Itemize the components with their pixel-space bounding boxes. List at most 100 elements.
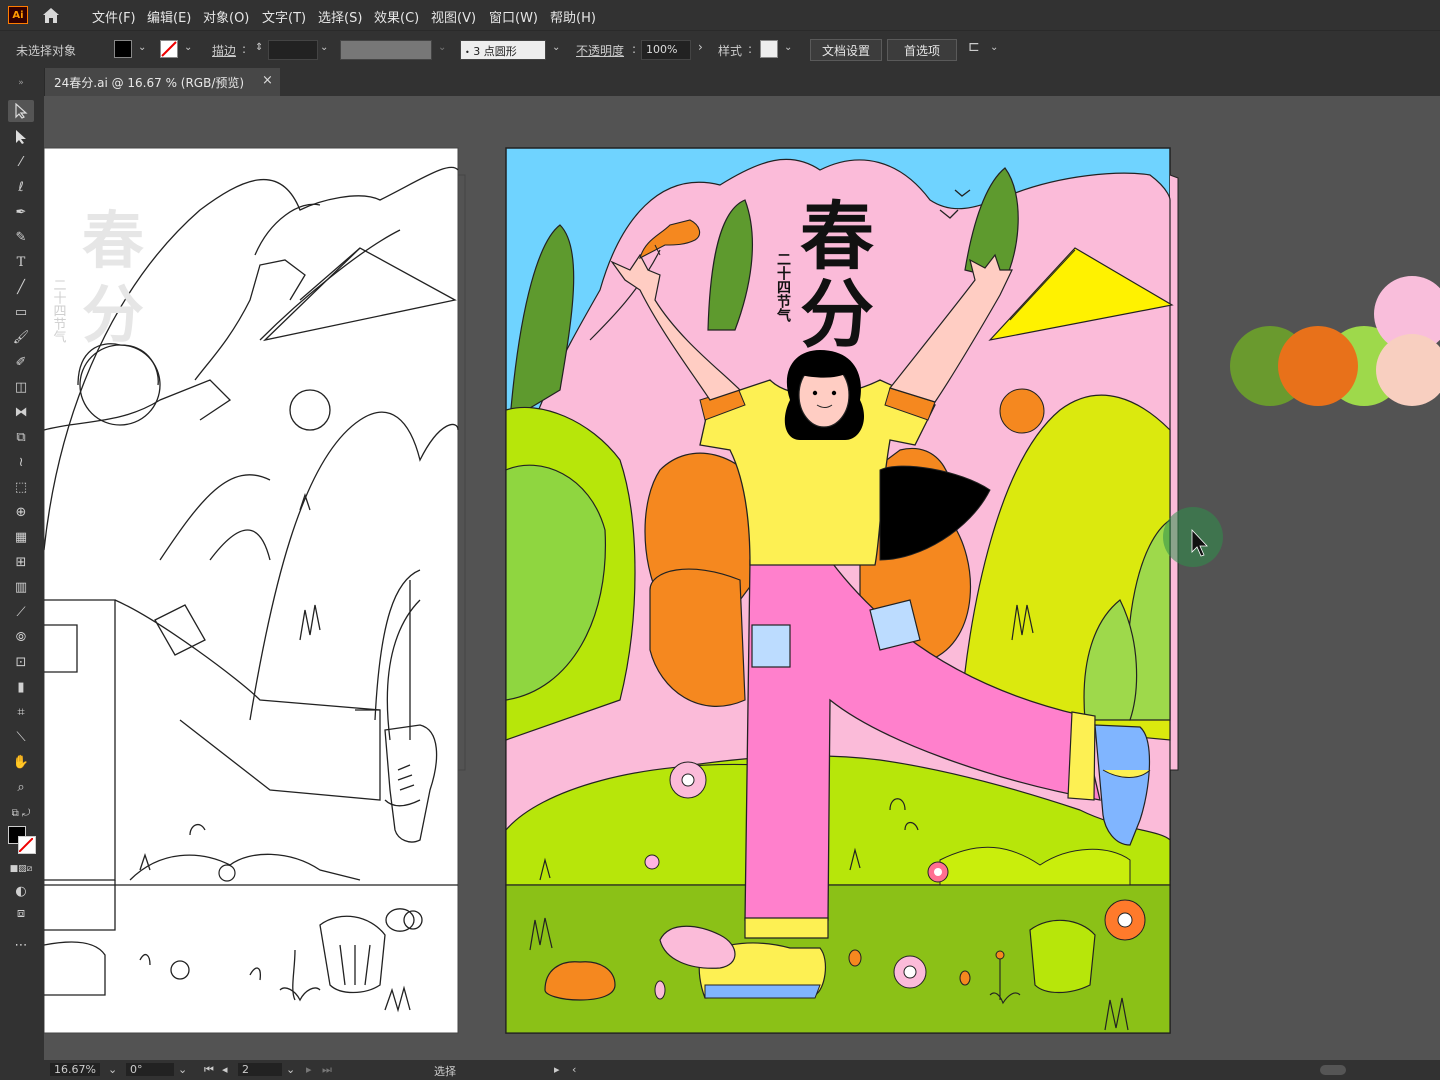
chevron-right-icon[interactable]: › <box>698 40 703 54</box>
status-menu-icon[interactable]: ▸ <box>554 1063 560 1076</box>
curvature-tool-icon[interactable]: ✎ <box>8 226 34 248</box>
scroll-left-icon[interactable]: ‹ <box>572 1063 576 1076</box>
close-icon[interactable]: × <box>262 73 273 88</box>
prev-artboard-icon[interactable]: ◂ <box>222 1063 228 1076</box>
menu-file[interactable]: 文件(F) <box>92 7 136 26</box>
chevron-down-icon[interactable]: ⌄ <box>138 42 146 53</box>
artwork-title-part1: 春 <box>800 194 874 280</box>
stepper-icon[interactable]: ⇕ <box>255 42 263 53</box>
gradient-tool-icon[interactable]: ▥ <box>8 576 34 598</box>
chevron-down-icon[interactable]: ⌄ <box>286 1063 295 1076</box>
perspective-grid-tool-icon[interactable]: ▦ <box>8 526 34 548</box>
symbol-sprayer-tool-icon[interactable]: ⊡ <box>8 651 34 673</box>
next-artboard-icon[interactable]: ▸ <box>306 1063 312 1076</box>
chevron-down-icon[interactable]: ⌄ <box>990 42 998 53</box>
stroke-weight-input[interactable] <box>268 40 318 60</box>
preferences-button[interactable]: 首选项 <box>887 39 957 61</box>
collapse-icon[interactable]: » <box>8 72 34 94</box>
colon-text: : <box>748 42 753 56</box>
mesh-tool-icon[interactable]: ⊞ <box>8 551 34 573</box>
chevron-down-icon[interactable]: ⌄ <box>178 1063 187 1076</box>
chevron-down-icon[interactable]: ⌄ <box>438 42 446 53</box>
free-transform-tool-icon[interactable]: ⬚ <box>8 476 34 498</box>
color-mode-icon[interactable]: ■▨⧄ <box>8 858 34 880</box>
zoom-tool-icon[interactable]: ⌕ <box>8 776 34 798</box>
outline-artboard: 春 分 二十四节气 <box>44 147 466 1034</box>
home-icon[interactable] <box>40 5 62 25</box>
menu-effect[interactable]: 效果(C) <box>374 7 419 26</box>
zoom-level[interactable]: 16.67% <box>50 1063 100 1076</box>
stroke-swatch[interactable] <box>160 40 178 58</box>
color-artboard: 春 分 二十四节气 <box>505 147 1179 1034</box>
current-tool-status: 选择 <box>434 1065 456 1078</box>
eyedropper-tool-icon[interactable]: ⟋ <box>8 601 34 623</box>
menu-bar: Ai 文件(F) 编辑(E) 对象(O) 文字(T) 选择(S) 效果(C) 视… <box>0 0 1440 30</box>
document-tab-title: 24春分.ai @ 16.67 % (RGB/预览) <box>54 76 245 90</box>
brush-definition[interactable]: • 3 点圆形 <box>460 40 546 60</box>
menu-edit[interactable]: 编辑(E) <box>147 7 191 26</box>
variable-width-profile[interactable] <box>340 40 432 60</box>
pen-tool-icon[interactable]: ✒ <box>8 201 34 223</box>
fill-swatch[interactable] <box>114 40 132 58</box>
horizontal-scrollbar-thumb[interactable] <box>1320 1065 1346 1075</box>
eraser-tool-icon[interactable]: ◫ <box>8 376 34 398</box>
selection-tool-icon[interactable] <box>8 100 34 122</box>
draw-mode-icon[interactable]: ◐ <box>8 880 34 902</box>
graphic-style-swatch[interactable] <box>760 40 778 58</box>
outline-title-part1: 春 <box>82 204 144 277</box>
canvas[interactable]: 春 分 二十四节气 春 分 二十四节气 <box>44 96 1440 1060</box>
reflect-tool-icon[interactable]: ⧓ <box>8 401 34 423</box>
screen-mode-icon[interactable]: ⧈ <box>8 902 34 924</box>
stroke-label[interactable]: 描边 <box>212 42 236 59</box>
colon-text: : <box>242 42 247 56</box>
shaper-tool-icon[interactable]: ✐ <box>8 351 34 373</box>
opacity-input[interactable]: 100% <box>641 40 691 60</box>
type-tool-icon[interactable]: T <box>8 251 34 273</box>
slice-tool-icon[interactable]: ⟍ <box>8 726 34 748</box>
style-label: 样式 <box>718 44 743 58</box>
blend-tool-icon[interactable]: ⦾ <box>8 626 34 648</box>
chevron-down-icon[interactable]: ⌄ <box>552 42 560 53</box>
hand-tool-icon[interactable]: ✋ <box>8 751 34 773</box>
chevron-down-icon[interactable]: ⌄ <box>784 42 792 53</box>
more-tools-icon[interactable]: ⋯ <box>8 934 34 956</box>
shape-builder-tool-icon[interactable]: ⊕ <box>8 501 34 523</box>
menu-help[interactable]: 帮助(H) <box>550 7 596 26</box>
control-bar: 未选择对象 ⌄ ⌄ 描边 : ⇕ ⌄ ⌄ • 3 点圆形 ⌄ 不透明度 : 10… <box>0 30 1440 69</box>
chevron-down-icon[interactable]: ⌄ <box>108 1063 117 1076</box>
selection-status: 未选择对象 <box>16 44 77 58</box>
magic-wand-tool-icon[interactable]: ⁄ <box>8 151 34 173</box>
artwork-title-part2: 分 <box>800 272 874 358</box>
color-palette[interactable] <box>1230 276 1440 406</box>
chevron-down-icon[interactable]: ⌄ <box>184 42 192 53</box>
warp-tool-icon[interactable]: ≀ <box>8 451 34 473</box>
status-bar: 16.67% ⌄ 0° ⌄ ⏮ ◂ 2 ⌄ ▸ ⏭ 选择 ▸ ‹ <box>44 1060 1440 1080</box>
artboard-number[interactable]: 2 <box>238 1063 282 1076</box>
stroke-color-box[interactable] <box>18 836 36 854</box>
last-artboard-icon[interactable]: ⏭ <box>322 1063 332 1077</box>
line-tool-icon[interactable]: ╱ <box>8 276 34 298</box>
arrange-icon[interactable]: ⊏ <box>968 39 980 55</box>
opacity-label[interactable]: 不透明度 <box>576 42 624 59</box>
menu-select[interactable]: 选择(S) <box>318 7 362 26</box>
artboard-tool-icon[interactable]: ⌗ <box>8 701 34 723</box>
default-colors-icon[interactable]: ⧉ ⤾ <box>8 802 34 824</box>
outline-subtitle: 二十四节气 <box>51 278 67 343</box>
chevron-down-icon[interactable]: ⌄ <box>320 42 328 53</box>
menu-object[interactable]: 对象(O) <box>203 7 249 26</box>
document-setup-button[interactable]: 文档设置 <box>810 39 882 61</box>
tools-panel: » ⁄ ℓ ✒ ✎ T ╱ ▭ 🖌 ✐ ◫ ⧓ ⧉ ≀ ⬚ ⊕ ▦ ⊞ ▥ ⟋ … <box>0 68 45 1080</box>
document-tab[interactable]: 24春分.ai @ 16.67 % (RGB/预览) × <box>44 68 280 96</box>
lasso-tool-icon[interactable]: ℓ <box>8 176 34 198</box>
direct-selection-tool-icon[interactable] <box>8 126 34 148</box>
scale-tool-icon[interactable]: ⧉ <box>8 426 34 448</box>
paintbrush-tool-icon[interactable]: 🖌 <box>8 326 34 348</box>
rectangle-tool-icon[interactable]: ▭ <box>8 301 34 323</box>
first-artboard-icon[interactable]: ⏮ <box>204 1063 214 1077</box>
menu-window[interactable]: 窗口(W) <box>489 7 538 26</box>
menu-type[interactable]: 文字(T) <box>262 7 306 26</box>
menu-view[interactable]: 视图(V) <box>431 7 476 26</box>
column-graph-tool-icon[interactable]: ▮ <box>8 676 34 698</box>
app-logo: Ai <box>8 6 28 24</box>
rotation-value[interactable]: 0° <box>126 1063 174 1076</box>
